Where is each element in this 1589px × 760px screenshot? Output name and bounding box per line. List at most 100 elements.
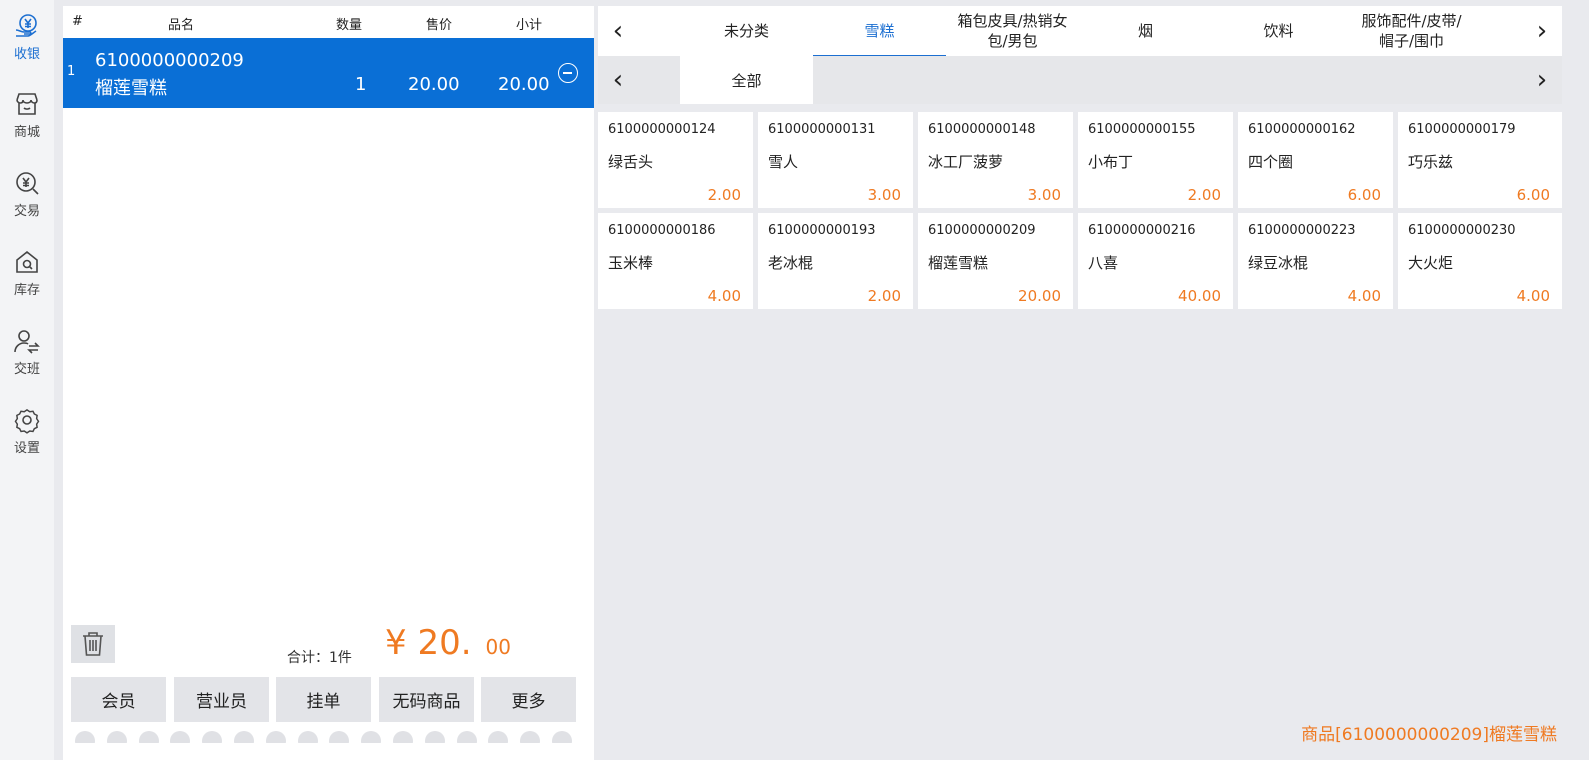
category-prev-arrow[interactable]: ‹: [598, 6, 638, 56]
product-code: 6100000000155: [1088, 122, 1196, 137]
decorative-dot: [552, 731, 572, 743]
status-message: 商品[6100000000209]榴莲雪糕: [1301, 725, 1557, 745]
product-name: 四个圈: [1248, 153, 1294, 171]
product-card[interactable]: 6100000000193 老冰棍 2.00: [758, 213, 913, 309]
total-cents: 00: [485, 635, 511, 659]
currency-symbol: ¥: [385, 623, 407, 663]
product-price: 2.00: [867, 287, 901, 305]
subcategory-next-arrow[interactable]: ›: [1522, 56, 1562, 104]
product-card[interactable]: 6100000000162 四个圈 6.00: [1238, 112, 1393, 208]
product-code: 6100000000223: [1248, 223, 1356, 238]
product-name: 绿豆冰棍: [1248, 254, 1309, 272]
product-price: 6.00: [1347, 186, 1381, 204]
col-subtotal-header: 小计: [516, 18, 543, 33]
sidebar-item-inventory[interactable]: 库存: [0, 240, 54, 312]
clear-cart-button[interactable]: [71, 625, 115, 663]
transaction-icon: [16, 172, 39, 195]
decorative-dot: [202, 731, 223, 743]
product-price: 3.00: [1027, 186, 1061, 204]
product-price: 20.00: [1018, 287, 1061, 305]
product-price: 2.00: [707, 186, 741, 204]
decorative-dots: [71, 731, 581, 743]
product-name: 小布丁: [1088, 153, 1134, 171]
product-card[interactable]: 6100000000223 绿豆冰棍 4.00: [1238, 213, 1393, 309]
product-card[interactable]: 6100000000131 雪人 3.00: [758, 112, 913, 208]
subcategory-bar: ‹ 全部 ›: [598, 56, 1562, 104]
cart-row-price: 20.00: [408, 74, 460, 95]
salesperson-button[interactable]: 营业员: [174, 677, 269, 722]
decorative-dot: [488, 731, 509, 743]
decorative-dot: [329, 731, 350, 743]
decorative-dot: [138, 731, 159, 743]
product-card[interactable]: 6100000000230 大火炬 4.00: [1398, 213, 1562, 309]
tab-apparel-accessories[interactable]: 服饰配件/皮带/帽子/围巾: [1345, 6, 1478, 56]
cart-row-qty[interactable]: 1: [355, 74, 366, 95]
decorative-dot: [393, 731, 413, 743]
hold-order-button[interactable]: 挂单: [276, 677, 371, 722]
sidebar-item-shift[interactable]: 交班: [0, 319, 54, 391]
decorative-dot: [361, 731, 382, 743]
product-card[interactable]: 6100000000148 冰工厂菠萝 3.00: [918, 112, 1073, 208]
sidebar-item-settings[interactable]: 设置: [0, 398, 54, 470]
product-price: 4.00: [707, 287, 741, 305]
decorative-dot: [75, 731, 95, 743]
decorative-dot: [106, 731, 127, 743]
sidebar-item-label: 库存: [13, 283, 40, 298]
inventory-icon: [16, 250, 38, 273]
product-price: 40.00: [1178, 287, 1221, 305]
product-code: 6100000000186: [608, 223, 716, 238]
category-next-arrow[interactable]: ›: [1522, 6, 1562, 56]
product-name: 冰工厂菠萝: [928, 153, 1004, 171]
product-price: 2.00: [1187, 186, 1221, 204]
sidebar-item-transaction[interactable]: 交易: [0, 161, 54, 233]
product-price: 4.00: [1347, 287, 1381, 305]
product-price: 6.00: [1516, 186, 1550, 204]
product-name: 雪人: [768, 153, 799, 171]
subcategory-prev-arrow[interactable]: ‹: [598, 56, 638, 104]
subtab-all[interactable]: 全部: [680, 56, 813, 104]
decorative-dot: [297, 731, 318, 743]
no-barcode-item-button[interactable]: 无码商品: [379, 677, 474, 722]
product-code: 6100000000131: [768, 122, 876, 137]
cashier-icon: [15, 14, 37, 37]
member-button[interactable]: 会员: [71, 677, 166, 722]
product-code: 6100000000193: [768, 223, 876, 238]
product-card[interactable]: 6100000000179 巧乐兹 6.00: [1398, 112, 1562, 208]
product-card[interactable]: 6100000000216 八喜 40.00: [1078, 213, 1233, 309]
product-name: 绿舌头: [608, 153, 654, 171]
cart-row-selected[interactable]: 1 6100000000209 榴莲雪糕 1 20.00 20.00: [63, 38, 594, 108]
decorative-dot: [170, 731, 191, 743]
settings-gear-icon: [14, 408, 40, 434]
tab-ice-cream[interactable]: 雪糕: [813, 6, 946, 56]
remove-item-icon[interactable]: [558, 63, 578, 83]
product-code: 6100000000162: [1248, 122, 1356, 137]
product-card[interactable]: 6100000000155 小布丁 2.00: [1078, 112, 1233, 208]
col-name-header: 品名: [168, 18, 195, 33]
decorative-dot: [234, 731, 254, 743]
sidebar-item-label: 交易: [13, 204, 40, 219]
col-price-header: 售价: [426, 18, 453, 33]
product-code: 6100000000124: [608, 122, 716, 137]
product-name: 巧乐兹: [1408, 153, 1454, 171]
tab-uncategorized[interactable]: 未分类: [680, 6, 813, 56]
decorative-dot: [456, 731, 477, 743]
tab-bags[interactable]: 箱包皮具/热销女包/男包: [946, 6, 1079, 56]
sidebar-item-shop[interactable]: 商城: [0, 82, 54, 154]
more-button[interactable]: 更多: [481, 677, 576, 722]
sidebar-item-cashier[interactable]: 收银: [0, 4, 54, 76]
product-card[interactable]: 6100000000124 绿舌头 2.00: [598, 112, 753, 208]
cart-row-code: 6100000000209: [95, 50, 244, 71]
product-name: 大火炬: [1408, 254, 1454, 272]
sidebar-item-label: 商城: [13, 125, 40, 140]
product-card[interactable]: 6100000000186 玉米棒 4.00: [598, 213, 753, 309]
product-code: 6100000000209: [928, 223, 1036, 238]
category-bar: ‹ 未分类 雪糕 箱包皮具/热销女包/男包 烟 饮料 服饰配件/皮带/帽子/围巾…: [598, 6, 1562, 56]
product-price: 4.00: [1516, 287, 1550, 305]
product-name: 榴莲雪糕: [928, 254, 989, 272]
product-code: 6100000000230: [1408, 223, 1516, 238]
tab-drinks[interactable]: 饮料: [1212, 6, 1345, 56]
decorative-dot: [520, 731, 541, 743]
product-card[interactable]: 6100000000209 榴莲雪糕 20.00: [918, 213, 1073, 309]
tab-cigarettes[interactable]: 烟: [1079, 6, 1212, 56]
sidebar-item-label: 设置: [13, 441, 40, 456]
